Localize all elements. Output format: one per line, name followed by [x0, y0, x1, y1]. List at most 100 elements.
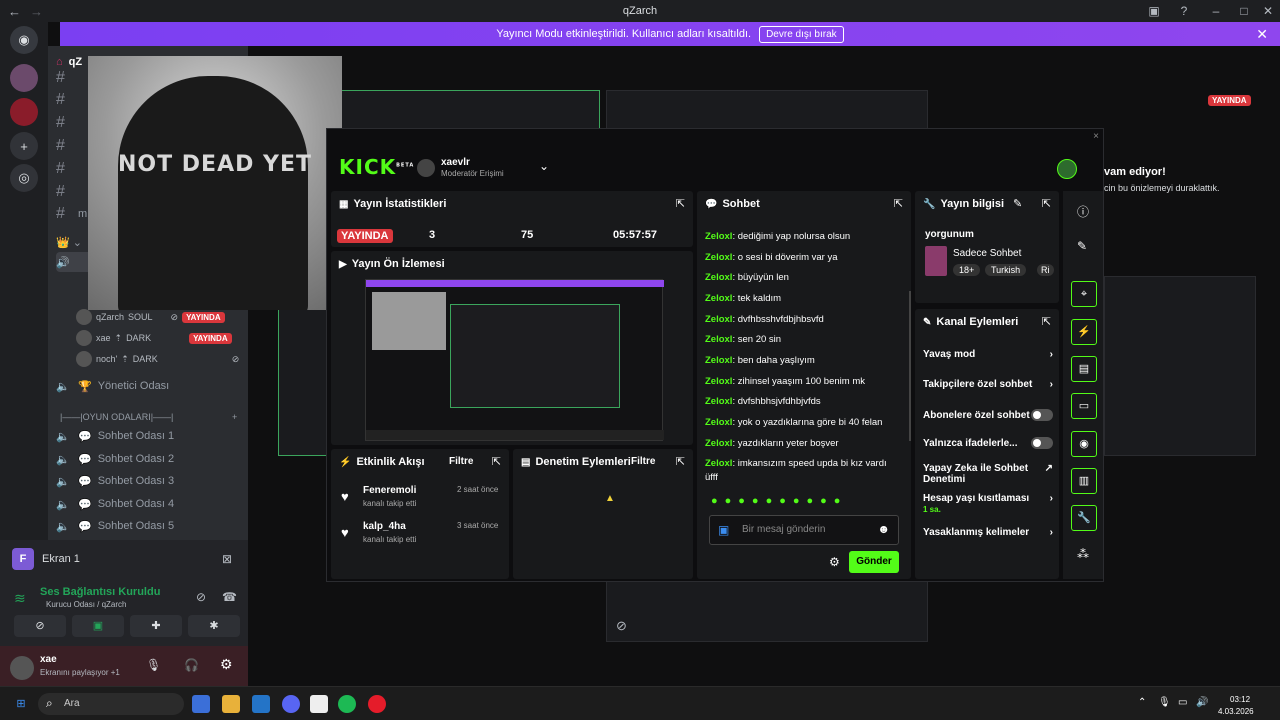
category-games[interactable]: |——|OYUN ODALARI|——| +: [56, 407, 237, 427]
tray-mic-icon[interactable]: 🎙: [1158, 697, 1171, 708]
bg-disconnect-icon[interactable]: ⊘: [616, 618, 627, 634]
expand-icon[interactable]: ⇱: [1042, 315, 1051, 328]
maximize-icon[interactable]: □: [1232, 0, 1256, 22]
text-channel[interactable]: #: [56, 90, 78, 110]
chevron-down-icon[interactable]: ⌄: [539, 159, 549, 173]
chat-user[interactable]: Zeloxl: [705, 438, 732, 449]
more-tools-icon[interactable]: ⁂: [1077, 547, 1089, 561]
slow-mode-row[interactable]: Yavaş mod ›: [923, 349, 1053, 360]
chat-user[interactable]: Zeloxl: [705, 417, 732, 428]
chat-icon[interactable]: ▭: [1071, 393, 1097, 419]
camera-off-button[interactable]: ⊘: [14, 615, 66, 637]
voice-channel[interactable]: 🔈 💬 Sohbet Odası 1: [56, 426, 174, 446]
voice-user-row[interactable]: xae ⇡ DARK YAYINDA: [76, 329, 232, 347]
user-name[interactable]: xae: [40, 654, 57, 665]
emotes-only-toggle[interactable]: [1031, 437, 1053, 449]
moderation-filter[interactable]: Filtre: [631, 456, 655, 467]
settings-gear-icon[interactable]: ⚙: [220, 656, 233, 673]
taskbar-date[interactable]: 4.03.2026: [1218, 707, 1254, 716]
crown-category[interactable]: 👑 ⌄: [56, 232, 82, 252]
text-channel[interactable]: #: [56, 68, 78, 88]
app-icon-1[interactable]: [192, 695, 210, 713]
expand-icon[interactable]: ⇱: [492, 455, 501, 468]
voice-channel-admin[interactable]: 🔈 🏆 Yönetici Odası: [56, 376, 169, 396]
windows-start-icon[interactable]: ⊞: [12, 695, 30, 713]
emoji-icon[interactable]: ☻: [877, 522, 890, 536]
avatar[interactable]: [10, 656, 34, 680]
microphone-icon[interactable]: 🎙: [146, 658, 161, 672]
lightning-icon[interactable]: ⚡: [1071, 319, 1097, 345]
popout-icon[interactable]: ⊠: [222, 552, 232, 566]
notes-taskbar-icon[interactable]: [310, 695, 328, 713]
activity-filter[interactable]: Filtre: [449, 456, 473, 467]
activity-user[interactable]: kalp_4ha: [363, 521, 406, 532]
help-icon[interactable]: ?: [1172, 0, 1196, 22]
preview-video[interactable]: [365, 279, 664, 441]
edit-pencil-icon[interactable]: ✎: [1013, 197, 1022, 210]
subscribers-only-toggle[interactable]: [1031, 409, 1053, 421]
expand-icon[interactable]: ⇱: [1042, 197, 1051, 210]
edit-icon[interactable]: ✎: [1077, 239, 1087, 253]
voice-channel[interactable]: 🔈 💬 Sohbet Odası 2: [56, 449, 174, 469]
chat-user[interactable]: Zeloxl: [705, 355, 732, 366]
followers-only-row[interactable]: Takipçilere özel sohbet ›: [923, 379, 1053, 390]
server-icon-rose[interactable]: [10, 98, 38, 126]
voice-channel[interactable]: 🔈 💬 Sohbet Odası 3: [56, 471, 174, 491]
connection-location[interactable]: Kurucu Odası / qZarch: [46, 600, 126, 609]
banned-words-row[interactable]: Yasaklanmış kelimeler ›: [923, 527, 1053, 538]
expand-icon[interactable]: ⇱: [676, 197, 685, 210]
chat-user[interactable]: Zeloxl: [705, 314, 732, 325]
kick-logo[interactable]: KICKBETA: [339, 155, 414, 179]
profile-avatar[interactable]: [1057, 159, 1077, 179]
expand-icon[interactable]: ⇱: [676, 455, 685, 468]
voice-user-row[interactable]: noch' ⇡ DARK ⊘: [76, 350, 239, 368]
server-icon-qzarch[interactable]: [10, 64, 38, 92]
voice-user-row[interactable]: qZarch SOUL ⊘ YAYINDA: [76, 308, 225, 326]
text-channel[interactable]: #: [56, 136, 78, 156]
taskbar-search[interactable]: ⌕ Ara: [38, 693, 184, 715]
explore-icon[interactable]: ◎: [10, 164, 38, 192]
kick-close-icon[interactable]: ×: [1093, 131, 1099, 142]
opera-taskbar-icon[interactable]: [368, 695, 386, 713]
chat-user[interactable]: Zeloxl: [705, 231, 732, 242]
noise-suppression-icon[interactable]: ⊘: [196, 590, 206, 604]
discord-home-icon[interactable]: ◉: [10, 26, 38, 54]
kick-username[interactable]: xaevlr: [441, 157, 470, 168]
taskbar-time[interactable]: 03:12: [1230, 695, 1250, 704]
send-button[interactable]: Gönder: [849, 551, 899, 573]
connection-status[interactable]: Ses Bağlantısı Kuruldu: [40, 586, 160, 598]
add-channel-icon[interactable]: +: [232, 412, 237, 422]
tray-wifi-icon[interactable]: ▭: [1178, 697, 1187, 708]
app-icon-vscode[interactable]: [252, 695, 270, 713]
voice-channel[interactable]: 🔈 💬 Sohbet Odası 5: [56, 516, 174, 536]
emote-bar[interactable]: ●●●●●●●●●●: [711, 495, 847, 507]
tray-chevron-icon[interactable]: ⌃: [1138, 697, 1146, 708]
soundboard-button[interactable]: ✱: [188, 615, 240, 637]
voice-channel[interactable]: 🔈 💬 Sohbet Odası 4: [56, 494, 174, 514]
headset-icon[interactable]: 🎧: [184, 658, 199, 672]
layout-icon[interactable]: ▥: [1071, 468, 1097, 494]
wrench-tool-icon[interactable]: 🔧: [1071, 505, 1097, 531]
tray-volume-icon[interactable]: 🔊: [1196, 697, 1208, 708]
file-explorer-icon[interactable]: [222, 695, 240, 713]
close-window-icon[interactable]: ✕: [1256, 0, 1280, 22]
disable-streamer-mode-button[interactable]: Devre dışı bırak: [759, 25, 844, 43]
focus-icon[interactable]: ⌖: [1071, 281, 1097, 307]
activity-user[interactable]: Feneremoli: [363, 485, 416, 496]
discord-taskbar-icon[interactable]: [282, 695, 300, 713]
text-channel[interactable]: #: [56, 159, 78, 179]
activities-button[interactable]: ✚: [130, 615, 182, 637]
chat-image-icon[interactable]: ▣: [718, 523, 729, 537]
info-icon[interactable]: ⓘ: [1077, 203, 1089, 220]
chat-input[interactable]: ▣ Bir mesaj gönderin ☻: [709, 515, 899, 545]
disconnect-icon[interactable]: ☎: [222, 590, 237, 604]
chat-user[interactable]: Zeloxl: [705, 376, 732, 387]
spotify-taskbar-icon[interactable]: [338, 695, 356, 713]
chat-scrollbar[interactable]: [909, 291, 911, 441]
text-channel[interactable]: #: [56, 182, 78, 202]
chat-user[interactable]: Zeloxl: [705, 252, 732, 263]
chat-user[interactable]: Zeloxl: [705, 272, 732, 283]
add-server-icon[interactable]: +: [10, 132, 38, 160]
inbox-icon[interactable]: ▣: [1142, 0, 1166, 22]
chat-settings-icon[interactable]: ⚙: [829, 555, 840, 569]
